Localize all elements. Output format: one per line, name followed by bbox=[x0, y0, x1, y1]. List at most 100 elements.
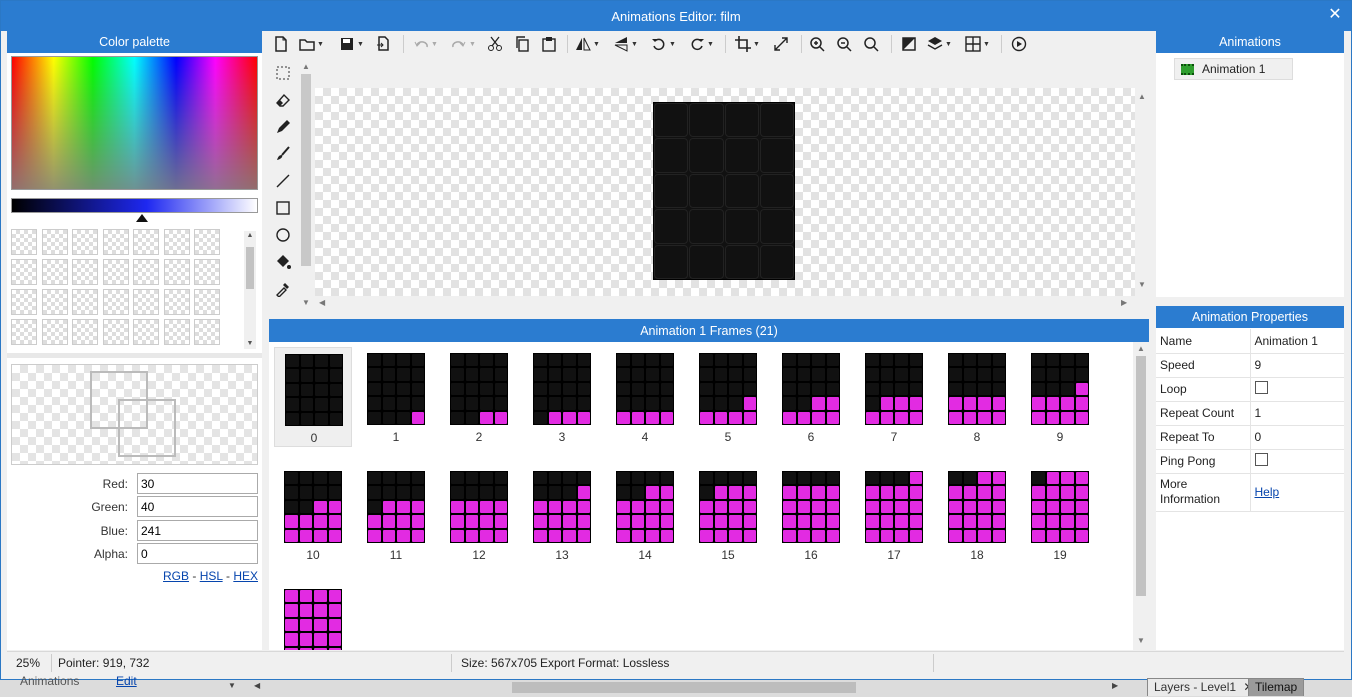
swatch[interactable] bbox=[102, 319, 129, 345]
layers-icon[interactable]: ▼ bbox=[927, 34, 952, 54]
scroll-up-icon[interactable]: ▲ bbox=[1137, 344, 1145, 353]
repeat-count-value[interactable]: 1 bbox=[1250, 401, 1344, 426]
swatch[interactable] bbox=[163, 229, 190, 255]
color-spectrum-picker[interactable] bbox=[11, 56, 258, 190]
resize-icon[interactable] bbox=[773, 34, 789, 54]
background-edit-link[interactable]: Edit bbox=[116, 674, 137, 688]
open-folder-icon[interactable]: ▼ bbox=[299, 34, 324, 54]
swatch[interactable] bbox=[11, 289, 37, 315]
swatch[interactable] bbox=[133, 259, 159, 285]
copy-icon[interactable] bbox=[514, 34, 530, 54]
frame-thumbnail[interactable]: 2 bbox=[440, 347, 518, 447]
swatch[interactable] bbox=[11, 229, 37, 255]
secondary-color-box[interactable] bbox=[118, 399, 176, 457]
frame-thumbnail[interactable]: 12 bbox=[440, 465, 518, 565]
rotate-right-icon[interactable]: ▼ bbox=[689, 34, 714, 54]
chevron-down-icon[interactable]: ▼ bbox=[228, 681, 236, 690]
swatch[interactable] bbox=[133, 229, 159, 255]
line-icon[interactable] bbox=[273, 171, 293, 191]
frame-thumbnail[interactable]: 10 bbox=[274, 465, 352, 565]
frame-thumbnail[interactable]: 18 bbox=[938, 465, 1016, 565]
swatch[interactable] bbox=[102, 289, 129, 315]
rgb-link[interactable]: RGB bbox=[163, 569, 189, 583]
scroll-left-icon[interactable]: ◀ bbox=[254, 681, 260, 690]
swatch[interactable] bbox=[194, 289, 220, 315]
frame-thumbnail[interactable]: 8 bbox=[938, 347, 1016, 447]
save-icon[interactable]: ▼ bbox=[339, 34, 364, 54]
frame-thumbnail[interactable]: 19 bbox=[1021, 465, 1099, 565]
flip-horizontal-icon[interactable]: ▼ bbox=[575, 34, 600, 54]
swatch[interactable] bbox=[194, 229, 220, 255]
blue-field[interactable] bbox=[137, 520, 258, 541]
alpha-field[interactable] bbox=[137, 543, 258, 564]
ellipse-icon[interactable] bbox=[273, 225, 293, 245]
swatch[interactable] bbox=[194, 259, 220, 285]
flip-vertical-icon[interactable]: ▼ bbox=[613, 34, 638, 54]
frame-thumbnail[interactable]: 4 bbox=[606, 347, 684, 447]
swatch[interactable] bbox=[133, 319, 159, 345]
frame-thumbnail[interactable]: 17 bbox=[855, 465, 933, 565]
frame-thumbnail[interactable]: 9 bbox=[1021, 347, 1099, 447]
undo-icon[interactable]: ▼ bbox=[413, 34, 438, 54]
scroll-down-icon[interactable]: ▼ bbox=[302, 298, 310, 307]
frame-thumbnail[interactable]: 20 bbox=[274, 583, 352, 650]
swatch[interactable] bbox=[41, 319, 68, 345]
zoom-fit-icon[interactable] bbox=[863, 34, 879, 54]
select-icon[interactable] bbox=[273, 63, 293, 83]
background-toggle-icon[interactable] bbox=[901, 34, 917, 54]
swatch-scrollbar[interactable]: ▲ ▼ bbox=[244, 231, 256, 349]
pencil-icon[interactable] bbox=[273, 117, 293, 137]
swatch[interactable] bbox=[72, 289, 98, 315]
brush-icon[interactable] bbox=[273, 144, 293, 164]
frame-thumbnail[interactable]: 1 bbox=[357, 347, 435, 447]
frame-thumbnail[interactable]: 16 bbox=[772, 465, 850, 565]
scroll-right-icon[interactable]: ▶ bbox=[1121, 298, 1127, 307]
close-icon[interactable]: ✕ bbox=[1327, 7, 1343, 23]
swatch[interactable] bbox=[41, 229, 68, 255]
swatch[interactable] bbox=[11, 259, 37, 285]
scroll-right-icon[interactable]: ▶ bbox=[1112, 681, 1118, 690]
frame-thumbnail[interactable]: 11 bbox=[357, 465, 435, 565]
scroll-up-icon[interactable]: ▲ bbox=[1138, 92, 1146, 101]
crop-icon[interactable]: ▼ bbox=[735, 34, 760, 54]
frame-thumbnail[interactable]: 3 bbox=[523, 347, 601, 447]
tools-scrollbar[interactable]: ▲ ▼ bbox=[299, 62, 313, 310]
scroll-down-icon[interactable]: ▼ bbox=[1138, 280, 1146, 289]
loop-checkbox[interactable] bbox=[1254, 381, 1268, 394]
swatch[interactable] bbox=[163, 289, 190, 315]
scroll-down-icon[interactable]: ▼ bbox=[245, 339, 255, 349]
scroll-thumb[interactable] bbox=[1136, 356, 1146, 596]
fill-bucket-icon[interactable] bbox=[273, 252, 293, 272]
frames-scrollbar[interactable]: ▲ ▼ bbox=[1133, 342, 1149, 650]
tilemap-tab[interactable]: Tilemap bbox=[1248, 678, 1305, 696]
scroll-left-icon[interactable]: ◀ bbox=[319, 298, 325, 307]
zoom-in-icon[interactable] bbox=[809, 34, 825, 54]
scroll-thumb[interactable] bbox=[246, 247, 254, 289]
eraser-icon[interactable] bbox=[273, 90, 293, 110]
layers-tab[interactable]: Layers - Level1 ✕ bbox=[1147, 678, 1261, 696]
repeat-to-value[interactable]: 0 bbox=[1250, 425, 1344, 450]
frame-thumbnail[interactable]: 5 bbox=[689, 347, 767, 447]
swatch[interactable] bbox=[102, 259, 129, 285]
swatch[interactable] bbox=[41, 289, 68, 315]
scroll-up-icon[interactable]: ▲ bbox=[302, 62, 310, 71]
swatch[interactable] bbox=[163, 259, 190, 285]
swatch[interactable] bbox=[194, 319, 220, 345]
swatch[interactable] bbox=[72, 319, 98, 345]
scroll-up-icon[interactable]: ▲ bbox=[245, 231, 255, 241]
frame-thumbnail[interactable]: 7 bbox=[855, 347, 933, 447]
swatch[interactable] bbox=[102, 229, 129, 255]
background-hscroll-thumb[interactable] bbox=[512, 682, 856, 693]
rotate-left-icon[interactable]: ▼ bbox=[651, 34, 676, 54]
ping-pong-checkbox[interactable] bbox=[1254, 453, 1268, 466]
frame-thumbnail[interactable]: 15 bbox=[689, 465, 767, 565]
frame-thumbnail[interactable]: 0 bbox=[274, 347, 352, 447]
hsl-link[interactable]: HSL bbox=[200, 569, 223, 583]
rectangle-icon[interactable] bbox=[273, 198, 293, 218]
swatch[interactable] bbox=[41, 259, 68, 285]
canvas-horizontal-scrollbar[interactable]: ◀ ▶ bbox=[315, 296, 1135, 310]
green-field[interactable] bbox=[137, 496, 258, 517]
luminance-slider[interactable] bbox=[11, 198, 258, 213]
swatch[interactable] bbox=[133, 289, 159, 315]
swatch[interactable] bbox=[11, 319, 37, 345]
